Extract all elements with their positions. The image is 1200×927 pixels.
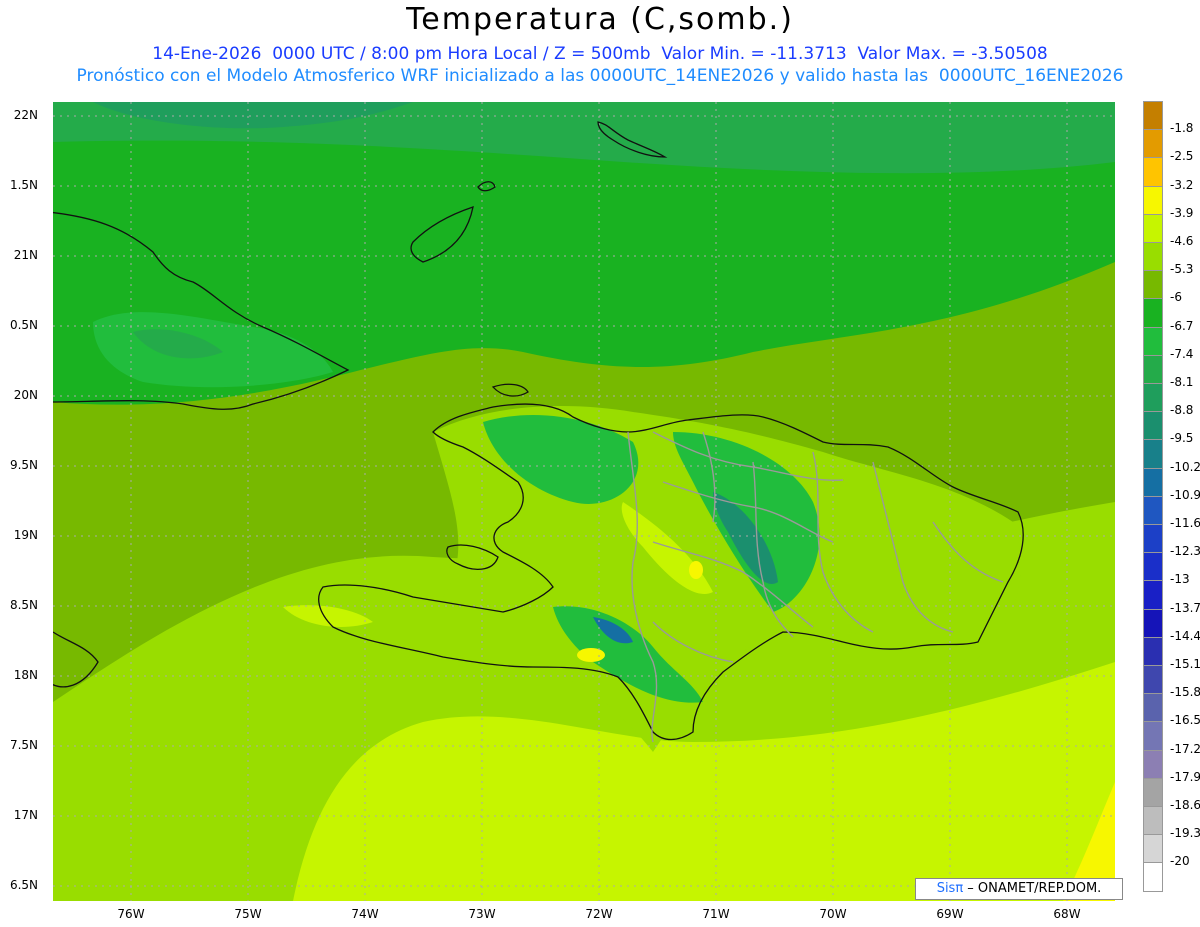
credit-text: – ONAMET/REP.DOM. xyxy=(963,881,1102,896)
colorbar-label: -10.2 xyxy=(1170,459,1200,474)
lat-label: 22N xyxy=(13,108,38,122)
colorbar-label: -17.9 xyxy=(1170,769,1200,784)
colorbar-segment xyxy=(1143,298,1163,328)
colorbar-segment xyxy=(1143,636,1163,666)
colorbar-segment xyxy=(1143,608,1163,638)
lat-label: 21N xyxy=(13,248,38,262)
colorbar-segment xyxy=(1143,552,1163,582)
credit-box: Sisπ – ONAMET/REP.DOM. xyxy=(915,878,1123,900)
colorbar-segment xyxy=(1143,354,1163,384)
map-subtitle-time: 14-Ene-2026 0000 UTC / 8:00 pm Hora Loca… xyxy=(152,44,1048,64)
colorbar-segment xyxy=(1143,157,1163,187)
colorbar-label: -20 xyxy=(1170,854,1190,869)
colorbar-segment xyxy=(1143,524,1163,554)
colorbar-segment xyxy=(1143,439,1163,469)
lon-label: 76W xyxy=(117,907,145,921)
colorbar-label: -9.5 xyxy=(1170,431,1194,446)
colorbar-label: -6 xyxy=(1170,290,1182,305)
lat-label: 0.5N xyxy=(9,318,38,332)
colorbar-segment xyxy=(1143,383,1163,413)
colorbar-segment xyxy=(1143,101,1163,131)
colorbar-segment xyxy=(1143,834,1163,864)
map-subtitle-model: Pronóstico con el Modelo Atmosferico WRF… xyxy=(76,66,1124,86)
colorbar-segment xyxy=(1143,185,1163,215)
lat-label: 8.5N xyxy=(9,598,38,612)
colorbar-label: -15.1 xyxy=(1170,657,1200,671)
lon-label: 75W xyxy=(234,907,262,921)
colorbar-segment xyxy=(1143,806,1163,836)
colorbar-label: -6.7 xyxy=(1170,318,1194,333)
lat-label: 18N xyxy=(13,668,38,682)
lon-label: 73W xyxy=(468,907,496,921)
warm-spot-1 xyxy=(689,561,703,579)
lat-label: 20N xyxy=(13,388,38,402)
colorbar-segment xyxy=(1143,665,1163,695)
colorbar-label: -4.6 xyxy=(1170,234,1194,248)
colorbar-segment xyxy=(1143,580,1163,610)
lat-label: 6.5N xyxy=(9,878,38,892)
lat-label: 19N xyxy=(13,528,38,542)
lon-label: 70W xyxy=(819,907,847,921)
credit-logo: Sisπ xyxy=(936,881,964,896)
colorbar-label: -2.5 xyxy=(1170,149,1194,164)
lon-label: 68W xyxy=(1053,907,1081,921)
colorbar-label: -7.4 xyxy=(1170,346,1194,361)
colorbar-label: -8.8 xyxy=(1170,403,1194,418)
colorbar-label: -18.6 xyxy=(1170,798,1200,812)
colorbar-segment xyxy=(1143,749,1163,779)
colorbar-segment xyxy=(1143,495,1163,525)
colorbar-label: -17.2 xyxy=(1170,741,1200,756)
colorbar-label: -14.4 xyxy=(1170,628,1200,643)
temperature-map xyxy=(53,102,1115,901)
colorbar-segment xyxy=(1143,213,1163,243)
lon-label: 74W xyxy=(351,907,379,921)
colorbar-label: -5.3 xyxy=(1170,262,1194,277)
colorbar-label: -1.8 xyxy=(1170,121,1194,136)
colorbar-segment xyxy=(1143,777,1163,807)
colorbar-label: -3.9 xyxy=(1170,205,1194,220)
colorbar-label: -15.8 xyxy=(1170,685,1200,700)
colorbar-segment xyxy=(1143,129,1163,159)
colorbar-segment xyxy=(1143,326,1163,356)
colorbar-segment xyxy=(1143,270,1163,300)
lat-label: 7.5N xyxy=(9,738,38,752)
colorbar-segment xyxy=(1143,721,1163,751)
colorbar-segment xyxy=(1143,467,1163,497)
colorbar-label: -8.1 xyxy=(1170,375,1194,389)
colorbar-label: -13.7 xyxy=(1170,600,1200,615)
colorbar-label: -19.3 xyxy=(1170,826,1200,841)
map-title: Temperatura (C,somb.) xyxy=(406,2,794,37)
warm-spot-2 xyxy=(577,648,605,662)
lon-label: 72W xyxy=(585,907,613,921)
lat-label: 9.5N xyxy=(9,458,38,472)
lat-label: 17N xyxy=(13,808,38,822)
lon-label: 69W xyxy=(936,907,964,921)
colorbar-label: -16.5 xyxy=(1170,713,1200,728)
colorbar-segment xyxy=(1143,862,1163,892)
lon-label: 71W xyxy=(702,907,730,921)
colorbar-label: -3.2 xyxy=(1170,177,1194,192)
colorbar-label: -11.6 xyxy=(1170,516,1200,530)
colorbar-label: -12.3 xyxy=(1170,544,1200,559)
colorbar-segment xyxy=(1143,693,1163,723)
colorbar-segment xyxy=(1143,242,1163,272)
colorbar-segment xyxy=(1143,411,1163,441)
lat-label: 1.5N xyxy=(9,178,38,192)
colorbar-label: -10.9 xyxy=(1170,487,1200,502)
map-canvas xyxy=(53,102,1115,901)
colorbar-label: -13 xyxy=(1170,572,1190,587)
